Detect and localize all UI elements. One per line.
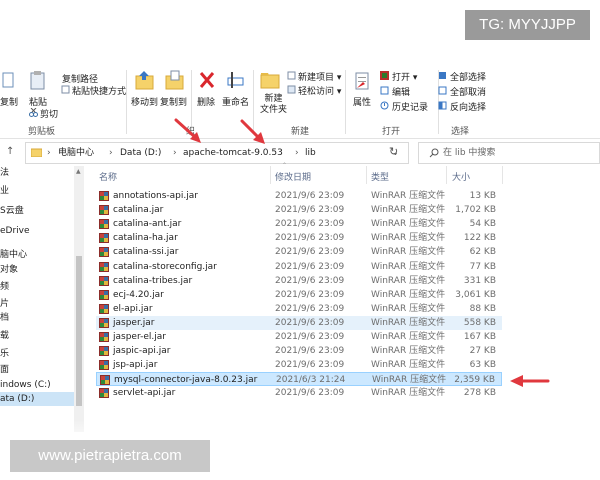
site-watermark: www.pietrapietra.com [10, 440, 210, 472]
arrow-icon [174, 118, 201, 143]
arrow-icon [510, 375, 550, 387]
annotation-arrows [174, 118, 550, 387]
arrow-icon [240, 119, 265, 144]
